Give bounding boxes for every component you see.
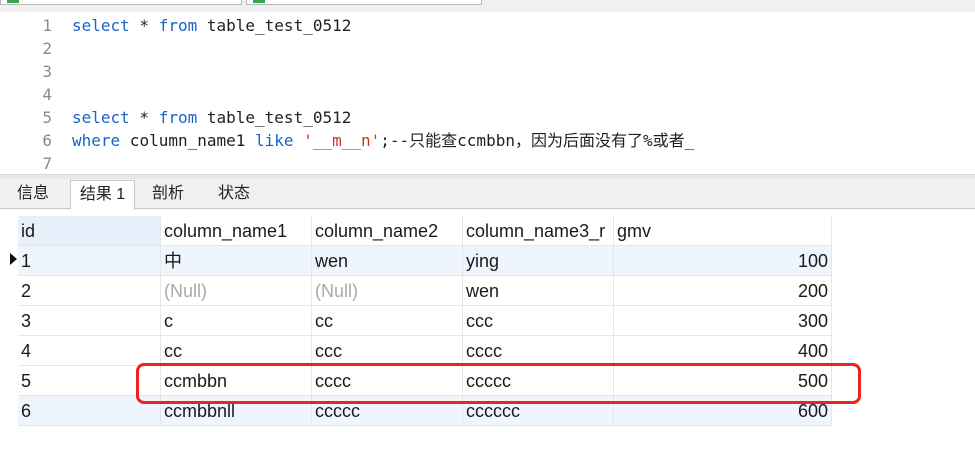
tab-info[interactable]: 信息 — [2, 180, 64, 208]
cell-column-name3[interactable]: ccc — [463, 306, 614, 336]
cell-column-name3[interactable]: wen — [463, 276, 614, 306]
editor-line: 6 where column_name1 like '__m__n';--只能查… — [0, 129, 975, 152]
keyword: from — [158, 108, 198, 127]
sql-editor[interactable]: 1 select * from table_test_0512 2 3 4 5 … — [0, 12, 975, 174]
cell-id[interactable]: 3 — [18, 306, 161, 336]
cell-id[interactable]: 4 — [18, 336, 161, 366]
code-fragment: table_test_0512 — [197, 108, 352, 127]
cell-column-name2[interactable]: ccc — [312, 336, 463, 366]
code-fragment — [294, 131, 304, 150]
cell-column-name1[interactable]: cc — [161, 336, 312, 366]
editor-line: 4 — [0, 83, 975, 106]
stop-icon — [253, 0, 265, 3]
toolbar-button-right[interactable] — [246, 0, 482, 5]
string-literal: '__m__n' — [303, 131, 381, 150]
line-number: 6 — [42, 131, 52, 150]
editor-line: 3 — [0, 60, 975, 83]
code-fragment: * — [129, 16, 159, 35]
keyword: select — [72, 108, 130, 127]
cell-gmv[interactable]: 400 — [614, 336, 832, 366]
cell-gmv[interactable]: 300 — [614, 306, 832, 336]
column-header-gmv[interactable]: gmv — [614, 216, 832, 246]
line-number: 4 — [42, 85, 52, 104]
code-text: select * from table_test_0512 — [72, 14, 351, 37]
cell-gmv[interactable]: 100 — [614, 246, 832, 276]
keyword: where — [72, 131, 121, 150]
editor-line: 7 — [0, 152, 975, 175]
editor-line: 5 select * from table_test_0512 — [0, 106, 975, 129]
code-text: select * from table_test_0512 — [72, 106, 351, 129]
run-icon — [7, 0, 19, 3]
cell-column-name1[interactable]: c — [161, 306, 312, 336]
editor-line: 1 select * from table_test_0512 — [0, 14, 975, 37]
cell-column-name2[interactable]: wen — [312, 246, 463, 276]
keyword: like — [255, 131, 294, 150]
line-number: 1 — [42, 16, 52, 35]
code-fragment: column_name1 — [120, 131, 256, 150]
line-number: 2 — [42, 39, 52, 58]
cell-id[interactable]: 1 — [18, 246, 161, 276]
code-fragment: ;--只能查ccmbbn，因为后面没有了%或者_ — [380, 131, 695, 150]
result-tabs: 信息 结果 1 剖析 状态 — [0, 179, 975, 210]
column-header-id[interactable]: id — [18, 216, 161, 246]
keyword: from — [158, 16, 198, 35]
code-fragment: * — [129, 108, 159, 127]
cell-id[interactable]: 2 — [18, 276, 161, 306]
code-fragment: table_test_0512 — [197, 16, 352, 35]
cell-gmv[interactable]: 200 — [614, 276, 832, 306]
tab-result-1[interactable]: 结果 1 — [70, 180, 135, 210]
tab-status[interactable]: 状态 — [203, 180, 265, 208]
editor-line: 2 — [0, 37, 975, 60]
line-number: 5 — [42, 108, 52, 127]
line-number: 7 — [42, 154, 52, 173]
current-row-arrow-icon — [10, 253, 17, 265]
cell-column-name3[interactable]: cccc — [463, 336, 614, 366]
line-number: 3 — [42, 62, 52, 81]
toolbar-strip — [0, 0, 975, 12]
keyword: select — [72, 16, 130, 35]
cell-column-name3[interactable]: ying — [463, 246, 614, 276]
cell-column-name2[interactable]: cc — [312, 306, 463, 336]
column-header-column-name1[interactable]: column_name1 — [161, 216, 312, 246]
code-text: where column_name1 like '__m__n';--只能查cc… — [72, 129, 694, 152]
cell-column-name1[interactable]: 中 — [161, 246, 312, 276]
toolbar-button-left[interactable] — [0, 0, 242, 5]
column-header-column-name2[interactable]: column_name2 — [312, 216, 463, 246]
cell-column-name1[interactable]: (Null) — [161, 276, 312, 306]
column-header-column-name3[interactable]: column_name3_r — [463, 216, 614, 246]
tab-profile[interactable]: 剖析 — [137, 180, 199, 208]
red-highlight-box — [136, 363, 861, 404]
cell-column-name2[interactable]: (Null) — [312, 276, 463, 306]
